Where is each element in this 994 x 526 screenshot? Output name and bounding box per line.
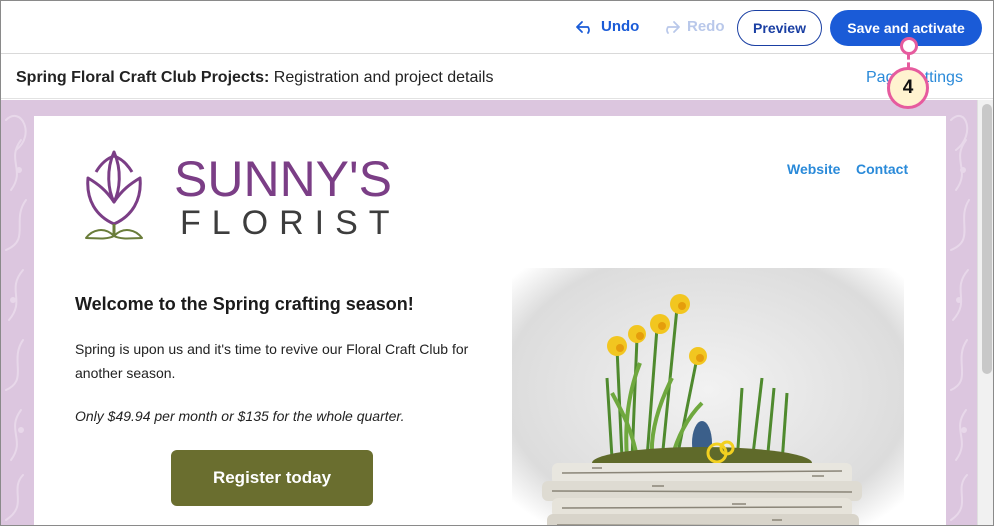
logo-wordmark-sunnys: SUNNY'S xyxy=(174,151,392,207)
undo-button[interactable]: Undo xyxy=(575,18,639,35)
undo-icon xyxy=(576,20,590,34)
callout-anchor-dot xyxy=(900,37,918,55)
vertical-scrollbar[interactable] xyxy=(977,100,993,525)
price-text: Only $49.94 per month or $135 for the wh… xyxy=(75,408,405,424)
tulip-icon xyxy=(85,150,143,240)
register-today-button[interactable]: Register today xyxy=(171,450,373,506)
email-headline: Welcome to the Spring crafting season! xyxy=(75,294,414,314)
page-title-subtitle: Registration and project details xyxy=(269,69,494,86)
email-body-text: Spring is upon us and it's time to reviv… xyxy=(75,341,469,381)
undo-label: Undo xyxy=(601,18,640,35)
logo-wordmark-florist: FLORIST xyxy=(180,204,394,242)
page-title-bar: Spring Floral Craft Club Projects: Regis… xyxy=(1,54,993,99)
redo-label: Redo xyxy=(687,18,725,35)
email-content-card: SUNNY'S FLORIST Website Contact Welcome … xyxy=(34,116,946,525)
page-title: Spring Floral Craft Club Projects: Regis… xyxy=(16,69,493,87)
preview-button[interactable]: Preview xyxy=(737,10,822,46)
page-title-campaign: Spring Floral Craft Club Projects: xyxy=(16,69,270,86)
scrollbar-thumb[interactable] xyxy=(982,104,992,374)
editor-window: Undo Redo Preview Save and activate Spri… xyxy=(0,0,994,526)
top-toolbar: Undo Redo Preview Save and activate xyxy=(1,1,993,54)
callout-connector xyxy=(907,54,910,68)
redo-button[interactable]: Redo xyxy=(661,18,725,35)
redo-icon xyxy=(666,20,680,34)
callout-step-badge: 4 xyxy=(887,67,929,109)
daffodil-arrangement-image xyxy=(512,268,904,525)
sunnys-florist-logo: SUNNY'S FLORIST xyxy=(85,150,394,242)
contact-link[interactable]: Contact xyxy=(856,161,908,177)
website-link[interactable]: Website xyxy=(787,161,840,177)
